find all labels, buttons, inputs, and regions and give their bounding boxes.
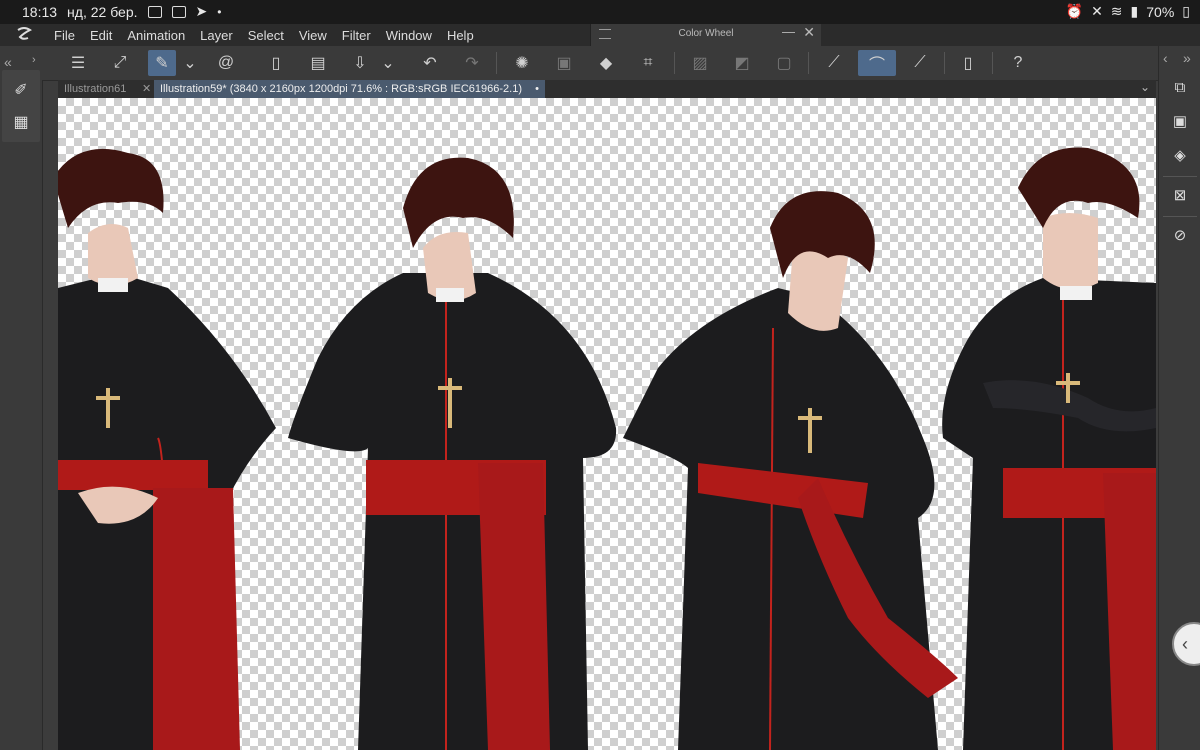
minimize-icon[interactable]: —: [782, 24, 795, 39]
divider: [1163, 216, 1197, 217]
divider: [808, 52, 809, 74]
redo-icon[interactable]: ↷: [458, 50, 486, 76]
spiral-icon[interactable]: @: [212, 50, 240, 76]
transform-icon[interactable]: ⌗: [634, 50, 662, 76]
layers-icon[interactable]: ◈: [1169, 144, 1191, 166]
menu-help[interactable]: Help: [447, 28, 474, 43]
mute-icon: ✕: [1091, 3, 1103, 19]
clock: 18:13: [22, 3, 58, 20]
divider: [674, 52, 675, 74]
color-wheel-panel-header[interactable]: Color Wheel — ✕: [590, 24, 821, 46]
menu-select[interactable]: Select: [248, 28, 284, 43]
wifi-icon: ≋: [1110, 3, 1123, 19]
tab-illustration59[interactable]: Illustration59* (3840 x 2160px 1200dpi 7…: [154, 80, 545, 98]
close-icon[interactable]: ✕: [803, 24, 815, 41]
menu-window[interactable]: Window: [386, 28, 432, 43]
brush-icon[interactable]: ⌒: [858, 50, 896, 76]
selection-icon[interactable]: ▣: [550, 50, 578, 76]
loading-icon[interactable]: ✺: [508, 50, 536, 76]
pen-tool-icon[interactable]: ✐: [10, 80, 32, 100]
signal-icon: ▮: [1130, 3, 1139, 19]
divider: [1163, 176, 1197, 177]
menu-filter[interactable]: Filter: [342, 28, 371, 43]
close-panel-icon[interactable]: ⊠: [1169, 184, 1191, 206]
tabs-dropdown-icon[interactable]: ⌄: [1140, 80, 1150, 94]
fill-icon[interactable]: ◆: [592, 50, 620, 76]
alarm-icon: ⏰: [1065, 3, 1084, 19]
edit-mode-icon[interactable]: ✎: [148, 50, 176, 76]
eraser-icon[interactable]: ⟋: [906, 50, 934, 76]
deselect-icon[interactable]: ▨: [686, 50, 714, 76]
command-bar: « › ☰ ⤢ ✎ ⌄ @ ▯ ▤ ⇩ ⌄ ↶ ↷ ✺ ▣ ◆ ⌗ ▨ ◩ ▢ …: [0, 46, 1200, 81]
menu-layer[interactable]: Layer: [200, 28, 233, 43]
menu-edit[interactable]: Edit: [90, 28, 112, 43]
menu-animation[interactable]: Animation: [127, 28, 185, 43]
chevron-left-small-icon[interactable]: ‹: [1163, 50, 1168, 66]
system-status-bar: 18:13 нд, 22 бер. ➤ • ⏰ ✕ ≋ ▮ 70% ▯: [0, 0, 1200, 24]
layer-properties-icon[interactable]: ⧉: [1169, 76, 1191, 98]
tab-label: Illustration59* (3840 x 2160px 1200dpi 7…: [160, 83, 522, 95]
app-logo-icon[interactable]: [14, 26, 34, 44]
open-folder-icon[interactable]: ▤: [304, 50, 332, 76]
tab-dot-icon[interactable]: •: [535, 83, 539, 95]
left-tool-rail: ✐ ▦: [0, 70, 43, 750]
zoom-icon[interactable]: ⊘: [1169, 224, 1191, 246]
figure-2: [288, 157, 617, 750]
new-file-icon[interactable]: ▯: [262, 50, 290, 76]
navigator-icon[interactable]: ▣: [1169, 110, 1191, 132]
chevron-right-small-icon[interactable]: ›: [32, 54, 36, 66]
invert-icon[interactable]: ◩: [728, 50, 756, 76]
undo-icon[interactable]: ↶: [416, 50, 444, 76]
phone-icon[interactable]: ▯: [954, 50, 982, 76]
show-selection-icon[interactable]: ▢: [770, 50, 798, 76]
figure-3: [623, 191, 958, 750]
fit-icon[interactable]: ⤢: [106, 50, 134, 76]
tab-label: Illustration61: [64, 83, 127, 95]
pen-icon[interactable]: ⟋: [820, 50, 848, 76]
menu-view[interactable]: View: [299, 28, 327, 43]
mail-icon: [171, 5, 186, 18]
battery-level: 70%: [1146, 3, 1175, 20]
save-icon[interactable]: ⇩: [346, 50, 374, 76]
date: нд, 22 бер.: [67, 3, 138, 20]
gallery-icon: [147, 5, 162, 18]
menu-file[interactable]: File: [54, 28, 75, 43]
telegram-icon: ➤: [195, 3, 208, 19]
film-icon[interactable]: ▦: [10, 112, 32, 132]
drawing-canvas[interactable]: [58, 98, 1156, 750]
chevron-right-icon[interactable]: »: [1183, 50, 1191, 66]
divider: [944, 52, 945, 74]
figure-1: [58, 148, 276, 750]
help-icon[interactable]: ?: [1004, 50, 1032, 76]
chevron-left-icon[interactable]: «: [4, 54, 12, 70]
divider: [496, 52, 497, 74]
menu-icon[interactable]: ☰: [64, 50, 92, 76]
divider: [992, 52, 993, 74]
dropdown-icon-2[interactable]: ⌄: [378, 50, 398, 76]
artwork: [58, 147, 1156, 750]
figure-4: [942, 147, 1156, 750]
notification-dot-icon: •: [217, 4, 222, 19]
dropdown-icon[interactable]: ⌄: [180, 50, 200, 76]
chevron-left-icon: ‹: [1182, 633, 1188, 654]
document-tabs: Illustration61 ✕ Illustration59* (3840 x…: [58, 80, 1156, 98]
battery-icon: ▯: [1182, 3, 1190, 19]
